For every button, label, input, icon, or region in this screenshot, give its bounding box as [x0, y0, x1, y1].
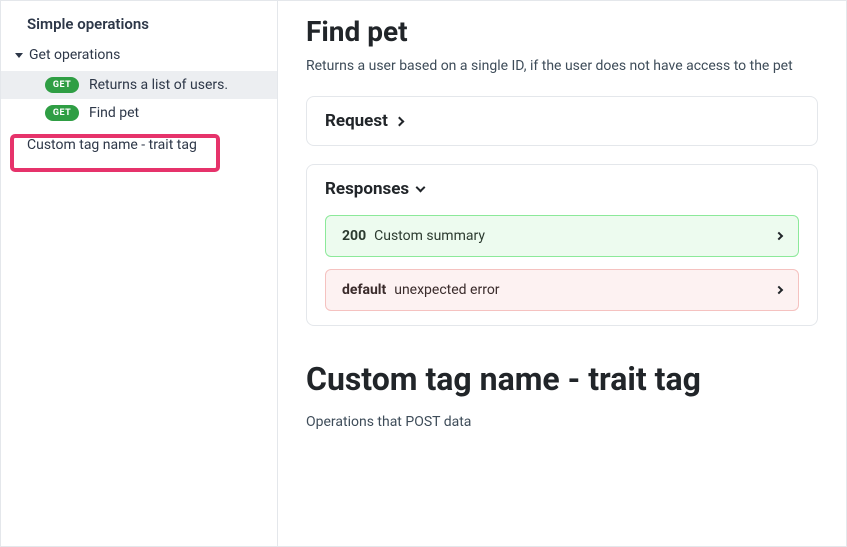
app-frame: Simple operations Get operations GET Ret…	[0, 0, 847, 547]
request-header-label: Request	[325, 111, 388, 131]
section-title-custom-tag: Custom tag name - trait tag	[306, 360, 818, 398]
sidebar-item-label: Find pet	[89, 105, 139, 121]
chevron-down-icon	[416, 183, 426, 193]
request-panel-header[interactable]: Request	[325, 111, 799, 131]
sidebar-item-label: Custom tag name - trait tag	[27, 137, 197, 153]
sidebar-collapsible-get-operations[interactable]: Get operations	[1, 43, 277, 71]
response-code: default	[342, 282, 386, 298]
sidebar-item-custom-tag[interactable]: Custom tag name - trait tag	[1, 127, 277, 163]
response-row-default[interactable]: default unexpected error	[325, 269, 799, 311]
response-row-200[interactable]: 200 Custom summary	[325, 215, 799, 257]
sidebar-item-list-users[interactable]: GET Returns a list of users.	[1, 71, 277, 99]
responses-body: 200 Custom summary default unexpected er…	[325, 215, 799, 311]
page-title: Find pet	[306, 15, 818, 48]
chevron-down-icon	[15, 53, 23, 58]
main-content: Find pet Returns a user based on a singl…	[278, 1, 846, 546]
http-method-badge: GET	[45, 77, 79, 93]
chevron-right-icon	[775, 286, 783, 294]
request-panel: Request	[306, 96, 818, 146]
sidebar: Simple operations Get operations GET Ret…	[1, 1, 278, 546]
sidebar-collapsible-label: Get operations	[29, 47, 120, 63]
sidebar-item-label: Returns a list of users.	[89, 77, 228, 93]
chevron-right-icon	[775, 232, 783, 240]
responses-panel: Responses 200 Custom summary default une…	[306, 164, 818, 326]
response-summary: Custom summary	[374, 228, 768, 244]
http-method-badge: GET	[45, 105, 79, 121]
response-summary: unexpected error	[394, 282, 768, 298]
responses-panel-header[interactable]: Responses	[325, 179, 799, 199]
section-description-custom-tag: Operations that POST data	[306, 414, 818, 430]
sidebar-group-title: Simple operations	[1, 9, 277, 43]
chevron-right-icon	[394, 116, 404, 126]
sidebar-item-find-pet[interactable]: GET Find pet	[1, 99, 277, 127]
response-code: 200	[342, 228, 366, 244]
responses-header-label: Responses	[325, 179, 409, 199]
page-description: Returns a user based on a single ID, if …	[306, 58, 818, 74]
